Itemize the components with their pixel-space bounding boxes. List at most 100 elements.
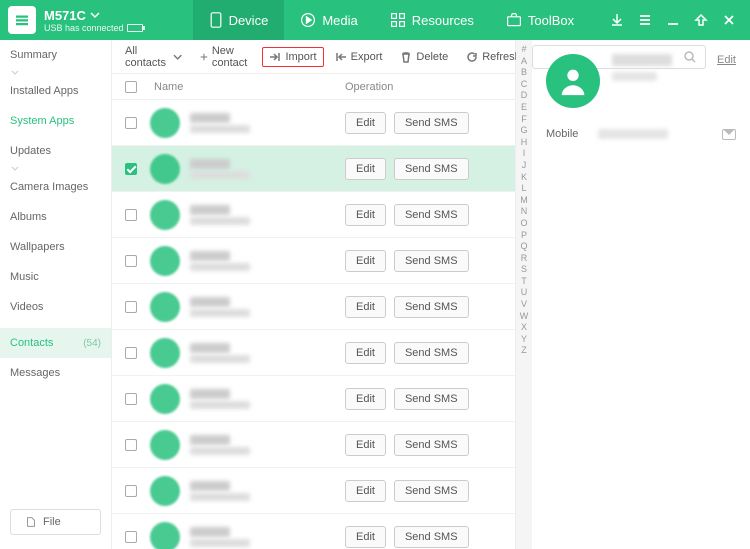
- download-icon[interactable]: [610, 13, 624, 27]
- sidebar-item-contacts[interactable]: Contacts(54): [0, 328, 111, 358]
- row-checkbox[interactable]: [125, 393, 137, 405]
- alpha-J[interactable]: J: [522, 160, 527, 170]
- table-row[interactable]: Edit Send SMS: [112, 192, 515, 238]
- row-checkbox[interactable]: [125, 531, 137, 543]
- row-checkbox[interactable]: [125, 255, 137, 267]
- sidebar-item-videos[interactable]: Videos: [0, 292, 111, 322]
- table-row[interactable]: Edit Send SMS: [112, 468, 515, 514]
- nav-media[interactable]: Media: [284, 0, 373, 40]
- table-row[interactable]: Edit Send SMS: [112, 284, 515, 330]
- sidebar-item-albums[interactable]: Albums: [0, 202, 111, 232]
- send-sms-button[interactable]: Send SMS: [394, 526, 469, 548]
- alpha-H[interactable]: H: [521, 137, 528, 147]
- row-checkbox[interactable]: [125, 301, 137, 313]
- col-name[interactable]: Name: [150, 81, 345, 93]
- alpha-G[interactable]: G: [520, 125, 527, 135]
- alpha-W[interactable]: W: [520, 311, 529, 321]
- nav-device[interactable]: Device: [193, 0, 285, 40]
- row-checkbox[interactable]: [125, 209, 137, 221]
- send-sms-button[interactable]: Send SMS: [394, 296, 469, 318]
- alpha-#[interactable]: #: [521, 44, 526, 54]
- sidebar-item-messages[interactable]: Messages: [0, 358, 111, 388]
- edit-button[interactable]: Edit: [345, 526, 386, 548]
- nav-resources[interactable]: Resources: [374, 0, 490, 40]
- sidebar-item-camera-images[interactable]: Camera Images: [0, 172, 111, 202]
- row-checkbox[interactable]: [125, 163, 137, 175]
- contact-name-cell: [190, 527, 345, 547]
- alpha-Z[interactable]: Z: [521, 345, 527, 355]
- alpha-D[interactable]: D: [521, 90, 528, 100]
- row-checkbox[interactable]: [125, 439, 137, 451]
- sidebar-item-music[interactable]: Music: [0, 262, 111, 292]
- alpha-I[interactable]: I: [523, 148, 526, 158]
- row-checkbox[interactable]: [125, 347, 137, 359]
- menu-icon[interactable]: [638, 13, 652, 27]
- close-icon[interactable]: [722, 13, 736, 27]
- alpha-E[interactable]: E: [521, 102, 527, 112]
- filter-all-contacts[interactable]: All contacts: [118, 41, 189, 73]
- sidebar-item-updates[interactable]: Updates: [0, 136, 111, 166]
- file-button[interactable]: File: [10, 509, 101, 535]
- table-row[interactable]: Edit Send SMS: [112, 238, 515, 284]
- alpha-U[interactable]: U: [521, 287, 528, 297]
- sidebar-item-summary[interactable]: Summary: [0, 40, 111, 70]
- app-logo-icon: [8, 6, 36, 34]
- alpha-P[interactable]: P: [521, 230, 527, 240]
- device-info[interactable]: M571C USB has connected: [44, 8, 143, 33]
- alpha-R[interactable]: R: [521, 253, 528, 263]
- sidebar-item-system-apps[interactable]: System Apps: [0, 106, 111, 136]
- new-contact-button[interactable]: New contact: [193, 41, 258, 73]
- send-sms-button[interactable]: Send SMS: [394, 158, 469, 180]
- table-row[interactable]: Edit Send SMS: [112, 100, 515, 146]
- alpha-N[interactable]: N: [521, 206, 528, 216]
- edit-contact-link[interactable]: Edit: [717, 54, 736, 66]
- edit-button[interactable]: Edit: [345, 158, 386, 180]
- alpha-S[interactable]: S: [521, 264, 527, 274]
- alpha-O[interactable]: O: [520, 218, 527, 228]
- alpha-C[interactable]: C: [521, 79, 528, 89]
- sidebar-item-installed-apps[interactable]: Installed Apps: [0, 76, 111, 106]
- table-row[interactable]: Edit Send SMS: [112, 422, 515, 468]
- select-all-checkbox[interactable]: [125, 81, 137, 93]
- nav-toolbox[interactable]: ToolBox: [490, 0, 590, 40]
- table-row[interactable]: Edit Send SMS: [112, 330, 515, 376]
- delete-button[interactable]: Delete: [393, 47, 455, 67]
- send-sms-button[interactable]: Send SMS: [394, 434, 469, 456]
- row-checkbox[interactable]: [125, 117, 137, 129]
- mail-icon[interactable]: [722, 129, 736, 140]
- alpha-T[interactable]: T: [521, 276, 527, 286]
- edit-button[interactable]: Edit: [345, 342, 386, 364]
- alpha-Q[interactable]: Q: [520, 241, 527, 251]
- send-sms-button[interactable]: Send SMS: [394, 388, 469, 410]
- send-sms-button[interactable]: Send SMS: [394, 112, 469, 134]
- edit-button[interactable]: Edit: [345, 204, 386, 226]
- minimize-icon[interactable]: [666, 13, 680, 27]
- alpha-A[interactable]: A: [521, 56, 527, 66]
- maximize-icon[interactable]: [694, 13, 708, 27]
- send-sms-button[interactable]: Send SMS: [394, 204, 469, 226]
- table-row[interactable]: Edit Send SMS: [112, 514, 515, 549]
- import-button[interactable]: Import: [262, 47, 323, 67]
- edit-button[interactable]: Edit: [345, 388, 386, 410]
- send-sms-button[interactable]: Send SMS: [394, 250, 469, 272]
- alpha-K[interactable]: K: [521, 172, 527, 182]
- send-sms-button[interactable]: Send SMS: [394, 480, 469, 502]
- edit-button[interactable]: Edit: [345, 434, 386, 456]
- table-row[interactable]: Edit Send SMS: [112, 146, 515, 192]
- alpha-Y[interactable]: Y: [521, 334, 527, 344]
- sidebar-item-wallpapers[interactable]: Wallpapers: [0, 232, 111, 262]
- alpha-M[interactable]: M: [520, 195, 528, 205]
- edit-button[interactable]: Edit: [345, 296, 386, 318]
- edit-button[interactable]: Edit: [345, 112, 386, 134]
- send-sms-button[interactable]: Send SMS: [394, 342, 469, 364]
- table-row[interactable]: Edit Send SMS: [112, 376, 515, 422]
- row-checkbox[interactable]: [125, 485, 137, 497]
- alpha-V[interactable]: V: [521, 299, 527, 309]
- alpha-L[interactable]: L: [521, 183, 526, 193]
- export-button[interactable]: Export: [328, 47, 390, 67]
- edit-button[interactable]: Edit: [345, 250, 386, 272]
- alpha-X[interactable]: X: [521, 322, 527, 332]
- alpha-F[interactable]: F: [521, 114, 527, 124]
- edit-button[interactable]: Edit: [345, 480, 386, 502]
- alpha-B[interactable]: B: [521, 67, 527, 77]
